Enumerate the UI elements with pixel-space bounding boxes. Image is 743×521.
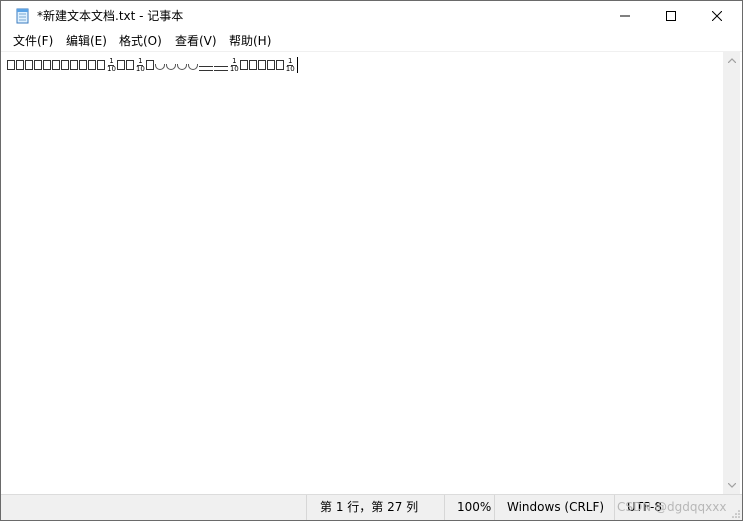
missing-glyph xyxy=(61,60,69,70)
missing-glyph xyxy=(70,60,78,70)
fraction-glyph: 1 10 xyxy=(135,56,145,73)
missing-glyph xyxy=(79,60,87,70)
editor-line: 1 10 1 10 1 10 1 10 xyxy=(7,56,298,74)
missing-glyph xyxy=(125,60,134,70)
fraction-denominator: 10 xyxy=(229,64,239,73)
fraction-denominator: 10 xyxy=(107,64,116,73)
double-line-glyph xyxy=(213,65,228,71)
missing-glyph xyxy=(7,60,15,70)
missing-glyph xyxy=(25,60,33,70)
chevron-up-icon xyxy=(727,58,736,63)
scroll-down-button[interactable] xyxy=(723,477,740,494)
fraction-numerator: 1 xyxy=(287,56,293,65)
double-line-glyph xyxy=(198,65,213,71)
missing-glyph xyxy=(145,60,154,70)
watermark-text: CSDN @dgdqqxxx xyxy=(617,500,727,514)
breve-glyph xyxy=(187,64,198,70)
menu-help[interactable]: 帮助(H) xyxy=(229,33,271,50)
menu-view[interactable]: 查看(V) xyxy=(175,33,217,50)
minimize-button[interactable] xyxy=(602,1,648,31)
fraction-numerator: 1 xyxy=(109,56,114,65)
fraction-denominator: 10 xyxy=(135,64,145,73)
menu-file[interactable]: 文件(F) xyxy=(13,33,53,50)
status-zoom: 100% xyxy=(444,495,494,520)
minimize-icon xyxy=(620,15,630,17)
missing-glyph xyxy=(43,60,51,70)
notepad-icon[interactable] xyxy=(15,8,31,24)
resize-grip-icon[interactable] xyxy=(730,508,740,518)
menu-format[interactable]: 格式(O) xyxy=(119,33,162,50)
missing-glyph xyxy=(52,60,60,70)
chevron-down-icon xyxy=(727,483,736,488)
vertical-scrollbar[interactable] xyxy=(723,52,740,494)
missing-glyph xyxy=(97,60,105,70)
title-bar[interactable]: *新建文本文档.txt - 记事本 xyxy=(1,1,742,31)
missing-glyph xyxy=(116,60,125,70)
fraction-numerator: 1 xyxy=(138,56,143,65)
missing-glyph xyxy=(16,60,24,70)
missing-glyph xyxy=(34,60,42,70)
text-caret xyxy=(296,57,298,73)
missing-glyph xyxy=(248,60,257,70)
scroll-up-button[interactable] xyxy=(723,52,740,69)
fraction-glyph: 1 10 xyxy=(285,56,295,73)
close-icon xyxy=(712,11,722,21)
window-title: *新建文本文档.txt - 记事本 xyxy=(37,9,184,23)
breve-glyph xyxy=(165,64,176,70)
fraction-glyph: 1 10 xyxy=(229,56,239,73)
fraction-glyph: 1 10 xyxy=(107,56,116,73)
fraction-numerator: 1 xyxy=(232,56,237,65)
status-line-ending: Windows (CRLF) xyxy=(494,495,614,520)
maximize-button[interactable] xyxy=(648,1,694,31)
breve-glyph xyxy=(176,64,187,70)
missing-glyph xyxy=(257,60,266,70)
status-cursor-position: 第 1 行，第 27 列 xyxy=(306,495,444,520)
breve-glyph xyxy=(154,64,165,70)
maximize-icon xyxy=(666,11,676,21)
missing-glyph xyxy=(266,60,275,70)
menu-bar: 文件(F) 编辑(E) 格式(O) 查看(V) 帮助(H) xyxy=(1,31,742,51)
close-button[interactable] xyxy=(694,1,740,31)
status-bar: 第 1 行，第 27 列 100% Windows (CRLF) UTF-8 C… xyxy=(1,494,742,520)
fraction-denominator: 10 xyxy=(285,64,295,73)
text-editor[interactable]: 1 10 1 10 1 10 1 10 xyxy=(1,52,723,494)
notepad-window: *新建文本文档.txt - 记事本 文件(F) 编辑(E) 格式(O) 查看(V… xyxy=(0,0,743,521)
menu-edit[interactable]: 编辑(E) xyxy=(66,33,107,50)
missing-glyph xyxy=(239,60,248,70)
missing-glyph xyxy=(88,60,96,70)
missing-glyph xyxy=(275,60,284,70)
